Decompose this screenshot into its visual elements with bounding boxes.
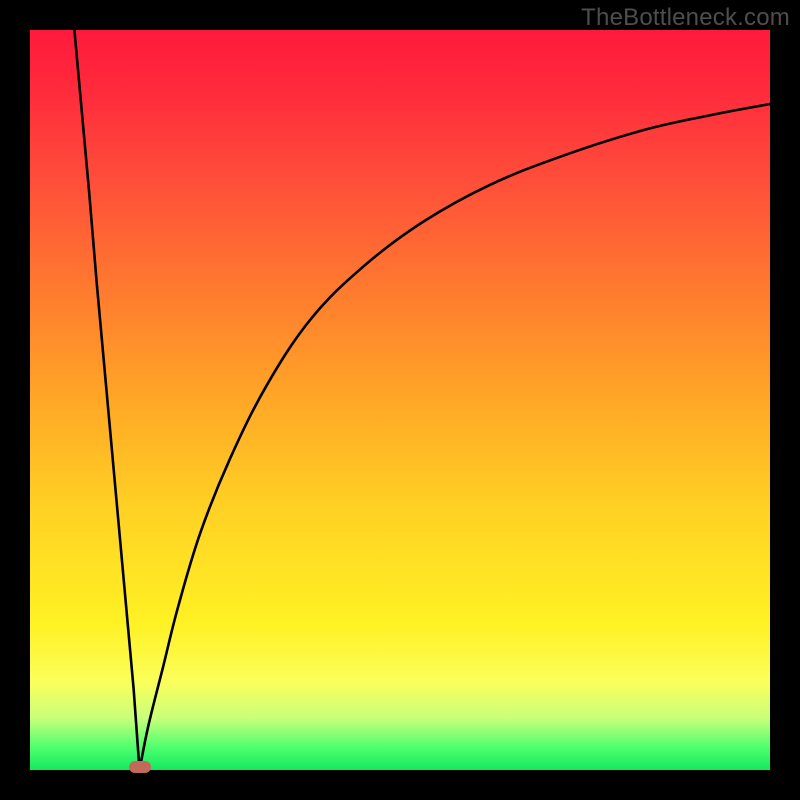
- chart-frame: TheBottleneck.com: [0, 0, 800, 800]
- minimum-marker: [129, 761, 151, 773]
- curve-svg: [30, 30, 770, 770]
- bottleneck-curve: [74, 30, 770, 770]
- watermark-text: TheBottleneck.com: [581, 4, 790, 32]
- plot-area: [30, 30, 770, 770]
